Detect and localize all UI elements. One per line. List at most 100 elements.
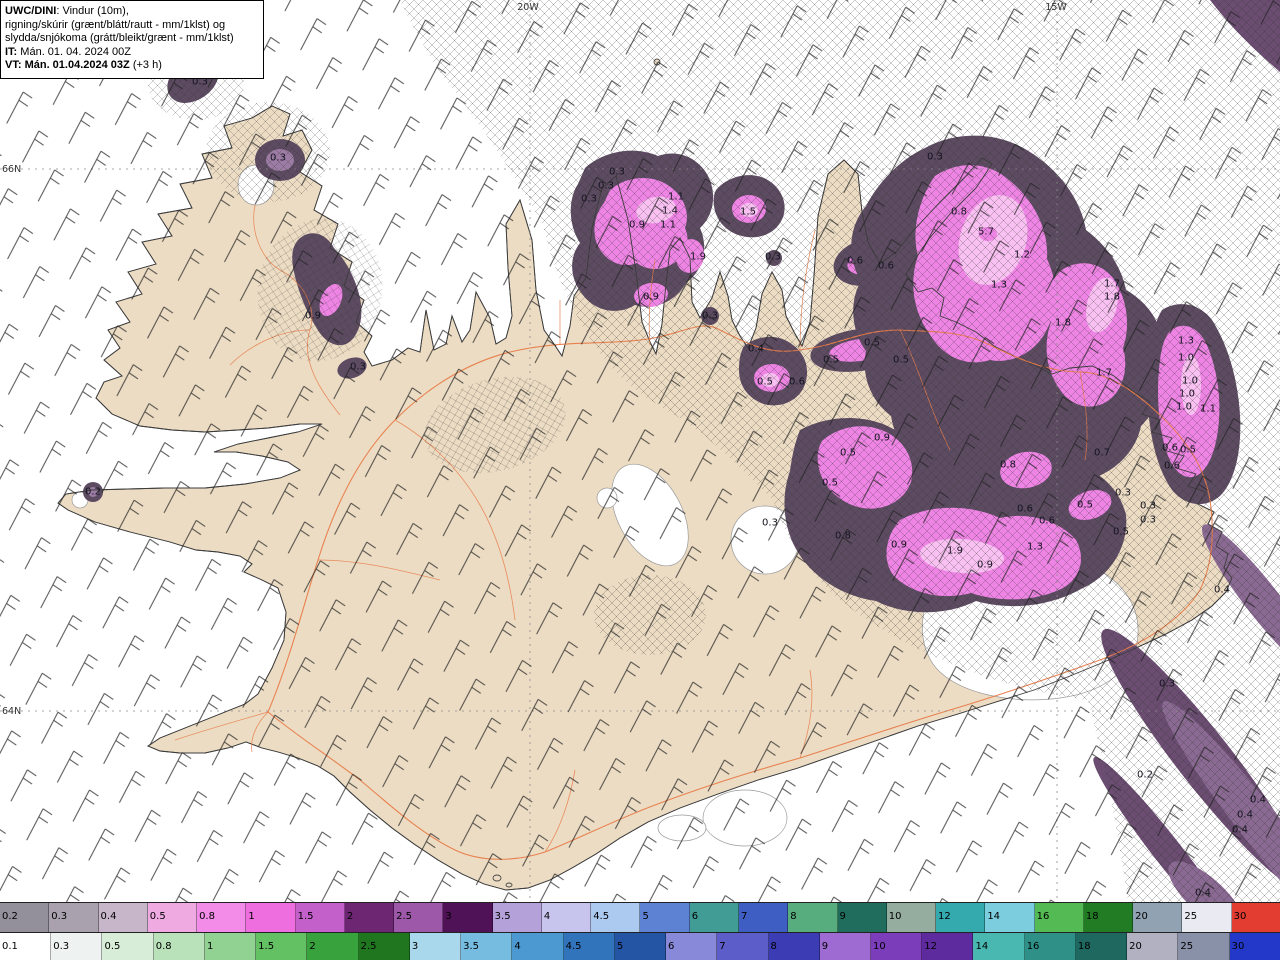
colorbar-cell: 8 (788, 903, 838, 932)
colorbar-cell: 18 (1075, 933, 1128, 960)
colorbar-cell: 9 (819, 933, 871, 960)
colorbar-cell: 6 (666, 933, 718, 960)
colorbar-cell: 10 (886, 903, 937, 932)
colorbar-cell: 7 (717, 933, 769, 960)
colorbar-cell: 0.4 (98, 903, 148, 932)
colorbar-cell: 5 (640, 903, 690, 932)
colorbar-cell: 4 (541, 903, 592, 932)
colorbar-tick-label: 3.5 (463, 941, 480, 952)
model-name: UWC/DINI (5, 5, 57, 17)
colorbar-cell: 1.5 (256, 933, 308, 960)
valid-time-line: VT: Mán. 01.04.2024 03Z (+3 h) (5, 59, 162, 71)
colorbar-tick-label: 1.5 (258, 941, 275, 952)
colorbar-tick-label: 2 (346, 911, 354, 922)
colorbar-tick-label: 2.5 (396, 911, 413, 922)
colorbar-cell: 0.5 (102, 933, 154, 960)
map-title-box: UWC/DINI: Vindur (10m), rigning/skúrir (… (0, 0, 264, 79)
colorbar-tick-label: 7 (719, 941, 726, 952)
colorbar-cell: 4.5 (591, 903, 641, 932)
colorbar-tick-label: 12 (924, 941, 937, 952)
colorbar-tick-label: 6 (691, 911, 699, 922)
colorbar-cell: 3 (443, 903, 493, 932)
colorbar-tick-label: 10 (872, 941, 886, 952)
colorbar-cell: 16 (1034, 903, 1084, 932)
colorbar-cell: 9 (837, 903, 887, 932)
colorbar-tick-label: 6 (668, 941, 675, 952)
colorbar-cell: 2 (344, 903, 395, 932)
colorbar-tick-label: 8 (770, 941, 777, 952)
colorbar-tick-label: 7 (740, 911, 748, 922)
colorbar-cell: 25 (1178, 933, 1230, 960)
colorbar-tick-label: 3.5 (494, 911, 511, 922)
colorbar-tick-label: 0.5 (104, 941, 121, 952)
colorbar-tick-label: 4.5 (565, 941, 582, 952)
colorbar-cell: 3.5 (461, 933, 513, 960)
colorbar-tick-label: 16 (1026, 941, 1040, 952)
init-time-line: IT: Mán. 01. 04. 2024 00Z (5, 45, 131, 58)
colorbar-tick-label: 0.8 (155, 941, 172, 952)
colorbar-cell: 2.5 (394, 903, 444, 932)
colorbar-tick-label: 10 (888, 911, 902, 922)
colorbar-tick-label: 16 (1036, 911, 1050, 922)
colorbar-tick-label: 8 (790, 911, 797, 922)
colorbar-cell: 2.5 (358, 933, 410, 960)
colorbar-cell: 0.3 (51, 933, 103, 960)
colorbar-cell: 25 (1182, 903, 1232, 932)
colorbar-tick-label: 20 (1135, 911, 1148, 922)
colorbar-tick-label: 0.4 (100, 911, 117, 922)
colorbar-cell: 4.5 (563, 933, 615, 960)
colorbar-tick-label: 2 (309, 941, 316, 952)
colorbar-tick-label: 4.5 (593, 911, 610, 922)
colorbar-cell: 0.1 (0, 933, 52, 960)
colorbar-cell: 1 (246, 903, 296, 932)
colorbar-cell: 30 (1229, 933, 1280, 960)
colorbar-cell: 2 (307, 933, 359, 960)
colorbar-tick-label: 0.2 (2, 911, 18, 922)
colorbar-tick-label: 30 (1231, 941, 1245, 952)
colorbar-tick-label: 1 (248, 911, 255, 922)
colorbar-cell: 18 (1083, 903, 1134, 932)
iceland-weather-map-svg (0, 0, 1280, 902)
colorbar-tick-label: 0.3 (51, 911, 68, 922)
colorbar-tick-label: 0.5 (149, 911, 166, 922)
title-line-3: slydda/snjókoma (grátt/bleikt/grænt - mm… (5, 32, 234, 44)
colorbar-cell: 0.8 (197, 903, 247, 932)
colorbar-tick-label: 25 (1184, 911, 1198, 922)
colorbar-cell: 0.5 (147, 903, 198, 932)
colorbar-tick-label: 5 (616, 941, 624, 952)
colorbar-tick-label: 1 (206, 941, 214, 952)
colorbar-tick-label: 4 (514, 941, 521, 952)
colorbar-tick-label: 25 (1180, 941, 1194, 952)
colorbar-cell: 12 (936, 903, 986, 932)
colorbar-cell: 10 (870, 933, 923, 960)
colorbar-cell: 0.2 (0, 903, 50, 932)
weather-map-page: 0.3 0.3 0.9 0.3 0.2 0.3 0.3 0.3 1.1 1.4 1.1 0.9 1.5 1… (0, 0, 1280, 960)
colorbar-tick-label: 0.3 (53, 941, 70, 952)
colorbar-tick-label: 3 (411, 941, 419, 952)
colorbar-cell: 20 (1133, 903, 1183, 932)
colorbar-tick-label: 0.1 (2, 941, 18, 952)
colorbar-tick-label: 4 (543, 911, 551, 922)
colorbar-cell: 12 (922, 933, 974, 960)
colorbar-cell: 30 (1231, 903, 1280, 932)
title-line-2: rigning/skúrir (grænt/blátt/rautt - mm/1… (5, 18, 226, 31)
colorbar-cell: 7 (738, 903, 789, 932)
colorbar-tick-label: 5 (642, 911, 649, 922)
title-line-1: UWC/DINI: Vindur (10m), (5, 5, 129, 17)
colorbar-cell: 6 (689, 903, 739, 932)
colorbar-tick-label: 20 (1129, 941, 1142, 952)
colorbar-cell: 14 (985, 903, 1035, 932)
colorbar-rain-scale: 0.1 0.3 0.5 0.8 1 1.5 2 2.5 3 3.5 4 4.5 5 6 7 8 9 10 12 14 1… (0, 932, 1280, 960)
colorbar-cell: 14 (973, 933, 1025, 960)
colorbar-tick-label: 3 (445, 911, 452, 922)
colorbar-tick-label: 1.5 (297, 911, 314, 922)
colorbar-tick-label: 9 (839, 911, 846, 922)
colorbar-cell: 1 (204, 933, 257, 960)
colorbar-cell: 4 (512, 933, 564, 960)
colorbar-tick-label: 14 (975, 941, 989, 952)
colorbar-cell: 5 (614, 933, 667, 960)
colorbar-cell: 3 (409, 933, 462, 960)
colorbar-cell: 20 (1127, 933, 1179, 960)
colorbar-cell: 1.5 (295, 903, 345, 932)
colorbar-tick-label: 12 (938, 911, 951, 922)
